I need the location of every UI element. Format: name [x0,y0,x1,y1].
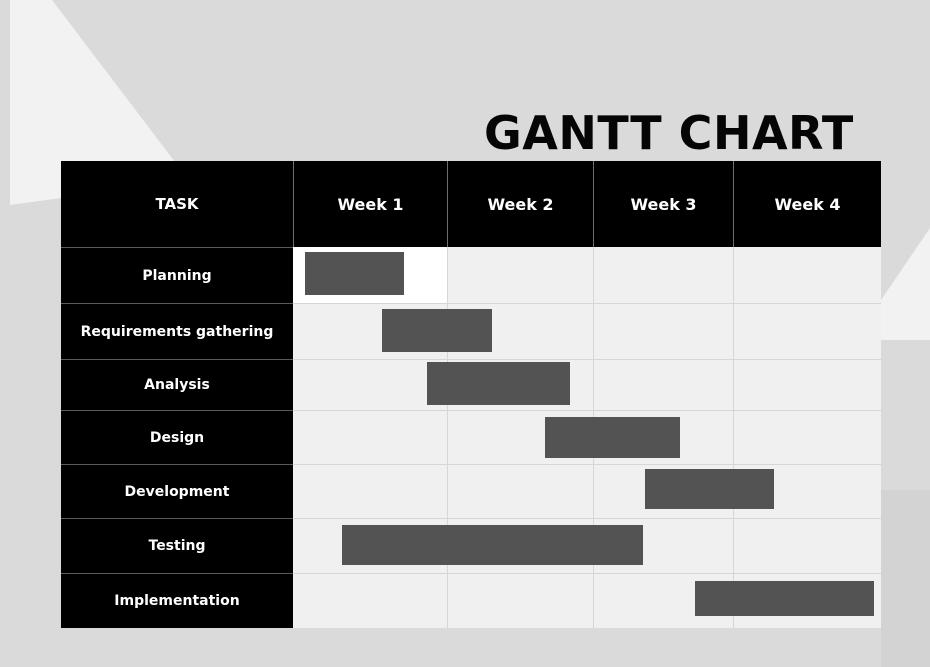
grid-row-line [293,573,881,574]
task-label: Implementation [61,573,293,628]
page-title: GANTT CHART [484,106,854,160]
task-label: Testing [61,518,293,573]
task-bar [305,252,404,295]
task-bar [382,309,493,352]
task-label: Planning [61,247,293,303]
week-1-header: Week 1 [293,161,447,247]
task-label: Analysis [61,359,293,410]
task-bar [342,525,644,565]
grid-column-line [733,247,734,628]
task-bar [426,362,570,405]
week-4-header: Week 4 [733,161,881,247]
grid-row-line [293,464,881,465]
task-bar [544,417,680,458]
task-label: Requirements gathering [61,303,293,359]
week-3-header: Week 3 [593,161,733,247]
task-label: Development [61,464,293,518]
gantt-table: TASK Week 1 Week 2 Week 3 Week 4 Plannin… [61,161,881,628]
task-label: Design [61,410,293,464]
task-bar [644,469,775,509]
week-2-header: Week 2 [447,161,593,247]
grid-column-line [447,247,448,628]
grid-row-line [293,359,881,360]
task-column-header: TASK [61,161,293,247]
grid-row-line [293,410,881,411]
task-bar [695,581,874,616]
grid-row-line [293,518,881,519]
grid-row-line [293,303,881,304]
